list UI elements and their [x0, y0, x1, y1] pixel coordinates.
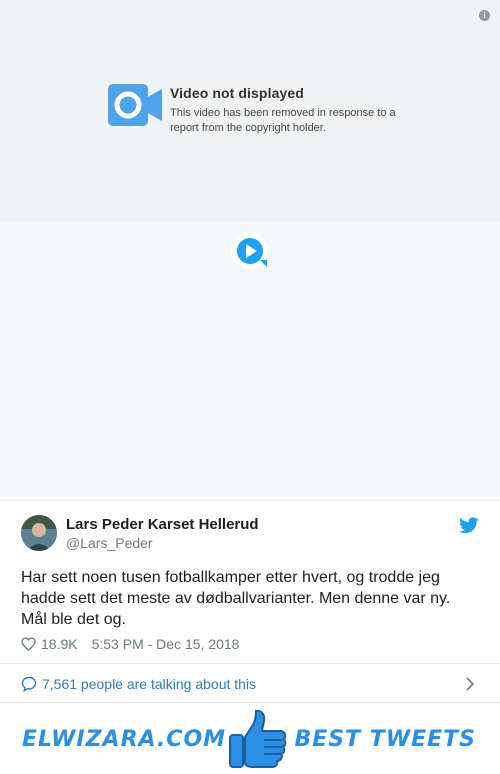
- avatar[interactable]: [21, 515, 57, 551]
- thumbs-up-icon: [229, 709, 287, 768]
- speech-bubble-icon: [21, 676, 37, 692]
- notice-text: This video has been removed in response …: [170, 107, 396, 134]
- tweet-meta: 18.9K 5:53 PM - Dec 15, 2018: [21, 635, 239, 653]
- tweet-timestamp[interactable]: 5:53 PM - Dec 15, 2018: [92, 636, 240, 652]
- talking-text[interactable]: 7,561 people are talking about this: [42, 676, 256, 692]
- twitter-bird-icon[interactable]: [459, 517, 479, 534]
- author-handle[interactable]: @Lars_Peder: [66, 535, 153, 551]
- info-icon[interactable]: i: [479, 10, 490, 21]
- divider: [0, 663, 500, 664]
- author-name[interactable]: Lars Peder Karset Hellerud: [66, 516, 259, 533]
- play-icon[interactable]: [230, 231, 268, 269]
- avatar-image: [21, 515, 57, 551]
- video-camera-icon: [108, 84, 162, 126]
- banner-site-name[interactable]: ELWIZARA.COM: [22, 727, 226, 752]
- chevron-right-icon[interactable]: [465, 676, 475, 692]
- promo-banner: ELWIZARA.COM BEST TWEETS: [0, 702, 500, 774]
- talking-link[interactable]: 7,561 people are talking about this: [21, 674, 481, 694]
- video-player[interactable]: i Video not displayed This video has bee…: [0, 0, 500, 500]
- notice-title: Video not displayed: [170, 85, 304, 101]
- video-not-displayed-notice: Video not displayed This video has been …: [108, 84, 408, 144]
- like-count[interactable]: 18.9K: [41, 636, 78, 652]
- banner-tagline: BEST TWEETS: [294, 727, 476, 752]
- heart-icon[interactable]: [21, 637, 36, 651]
- tweet-text: Har sett noen tusen fotballkamper etter …: [21, 569, 451, 628]
- tweet-card[interactable]: Lars Peder Karset Hellerud @Lars_Peder H…: [0, 500, 500, 702]
